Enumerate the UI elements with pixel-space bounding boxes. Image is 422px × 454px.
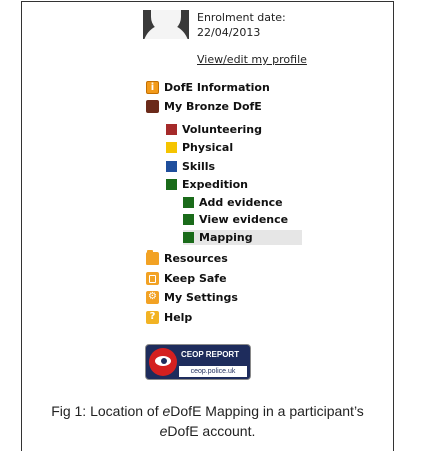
avatar[interactable] bbox=[143, 10, 189, 39]
caption-line-2: eDofE account. bbox=[22, 421, 393, 441]
nav-label: Expedition bbox=[182, 178, 249, 191]
caption-text: DofE account. bbox=[167, 423, 256, 439]
nav-label: My Bronze DofE bbox=[164, 100, 262, 113]
nav-label: Help bbox=[164, 311, 193, 324]
ceop-title: CEOP REPORT bbox=[181, 350, 240, 359]
nav-item-mapping[interactable]: Mapping bbox=[183, 230, 302, 245]
enrolment-date: 22/04/2013 bbox=[197, 26, 261, 39]
enrolment-label: Enrolment date: bbox=[197, 11, 286, 24]
ceop-logo-icon bbox=[149, 348, 177, 376]
nav-item-dofe-information[interactable]: i DofE Information bbox=[146, 80, 270, 95]
enrolment-info: Enrolment date: 22/04/2013 bbox=[197, 10, 286, 40]
settings-icon: ⚙ bbox=[146, 291, 159, 304]
nav-label: My Settings bbox=[164, 291, 238, 304]
award-icon bbox=[146, 100, 159, 113]
lock-icon bbox=[146, 272, 159, 285]
ceop-url: ceop.police.uk bbox=[179, 366, 247, 377]
help-icon: ? bbox=[146, 311, 159, 324]
caption-line-1: Fig 1: Location of eDofE Mapping in a pa… bbox=[22, 401, 393, 421]
nav-item-expedition[interactable]: Expedition bbox=[166, 177, 248, 192]
nav-item-resources[interactable]: Resources bbox=[146, 250, 228, 266]
nav-label: Add evidence bbox=[199, 196, 283, 209]
folder-icon bbox=[146, 250, 159, 265]
nav-item-help[interactable]: ? Help bbox=[146, 310, 192, 325]
nav-label: Volunteering bbox=[182, 123, 262, 136]
caption-text: DofE Mapping in a participant’s bbox=[170, 403, 364, 419]
skills-square-icon bbox=[166, 161, 177, 172]
view-evidence-square-icon bbox=[183, 214, 194, 225]
mapping-square-icon bbox=[183, 232, 194, 243]
nav-label: Skills bbox=[182, 160, 216, 173]
nav-label: Resources bbox=[164, 252, 228, 265]
nav-item-my-settings[interactable]: ⚙ My Settings bbox=[146, 290, 238, 305]
nav-item-view-evidence[interactable]: View evidence bbox=[183, 212, 288, 227]
nav-label: DofE Information bbox=[164, 81, 270, 94]
nav-label: Physical bbox=[182, 141, 234, 154]
caption-text: Fig 1: Location of bbox=[51, 403, 163, 419]
volunteering-square-icon bbox=[166, 124, 177, 135]
nav-item-skills[interactable]: Skills bbox=[166, 159, 215, 174]
ceop-report-button[interactable]: CEOP REPORT ceop.police.uk bbox=[145, 344, 251, 380]
figure-caption: Fig 1: Location of eDofE Mapping in a pa… bbox=[22, 401, 393, 441]
view-edit-profile-link[interactable]: View/edit my profile bbox=[197, 53, 307, 66]
info-icon: i bbox=[146, 81, 159, 94]
nav-item-volunteering[interactable]: Volunteering bbox=[166, 122, 262, 137]
nav-item-my-bronze-dofe[interactable]: My Bronze DofE bbox=[146, 99, 262, 114]
expedition-square-icon bbox=[166, 179, 177, 190]
nav-label: View evidence bbox=[199, 213, 289, 226]
nav-item-keep-safe[interactable]: Keep Safe bbox=[146, 271, 227, 286]
nav-item-physical[interactable]: Physical bbox=[166, 140, 233, 155]
add-evidence-square-icon bbox=[183, 197, 194, 208]
physical-square-icon bbox=[166, 142, 177, 153]
nav-item-add-evidence[interactable]: Add evidence bbox=[183, 195, 283, 210]
nav-label: Mapping bbox=[199, 231, 253, 244]
nav-label: Keep Safe bbox=[164, 272, 227, 285]
